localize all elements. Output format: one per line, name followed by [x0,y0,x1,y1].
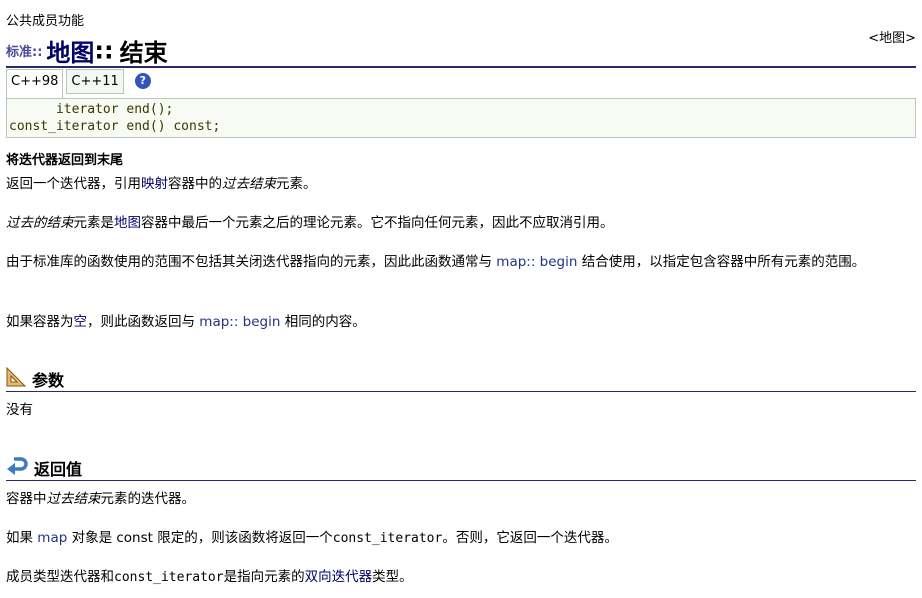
text: 元素的迭代器。 [100,491,196,507]
version-tabs: C++98 C++11 ? [6,69,151,101]
text: ，则此函数返回与 [87,314,200,330]
map-link[interactable]: map [37,530,67,546]
code-line: iterator end(); [9,102,174,117]
emphasis: 过去结束 [222,176,276,192]
paragraph-1: 返回一个迭代器，引用映射容器中的过去结束元素。 [6,174,912,194]
back-to-map-link[interactable]: <地图> [868,27,916,46]
parameters-heading-label: 参数 [32,371,65,390]
return-value-heading-label: 返回值 [34,460,83,479]
parameters-heading: 参数 [6,366,65,391]
code-prototype-box: iterator end(); const_iterator end() con… [6,98,916,138]
text: 容器中的 [168,176,222,192]
text: 如果容器为 [6,314,74,330]
text: 容器中 [6,491,47,507]
return-text-3: 成员类型迭代器和const_iterator是指向元素的双向迭代器类型。 [6,567,912,588]
emphasis: 过去的结束 [6,215,74,231]
text: 返回一个迭代器，引用 [6,176,141,192]
breadcrumb: 公共成员功能 [6,14,85,29]
parameters-text: 没有 [6,402,33,418]
code-const-iterator: const_iterator [114,570,224,585]
text: 容器中最后一个元素之后的理论元素。它不指向任何元素，因此不应取消引用。 [141,215,614,231]
text: 相同的内容。 [280,314,366,330]
text: 由于标准库的函数使用的范围不包括其关闭迭代器指向的元素，因此此函数通常与 [6,254,497,270]
empty-link[interactable]: 空 [74,314,88,330]
code-line: const_iterator end() const; [9,119,221,134]
return-text-1: 容器中过去结束元素的迭代器。 [6,489,912,509]
return-arrow-icon [6,456,28,480]
map-link[interactable]: 地图 [114,215,141,231]
section-divider [6,480,916,481]
bidirectional-iterator-link[interactable]: 双向迭代器 [305,569,373,585]
map-begin-link[interactable]: map:: begin [199,314,280,330]
title-separator: :: [94,36,114,65]
emphasis: 过去结束 [46,491,101,507]
set-square-icon [6,366,27,391]
title-namespace: 标准:: [6,45,43,60]
text: 成员类型迭代器和 [6,569,114,585]
text: 如果 [6,530,38,546]
text: 是指向元素的 [223,569,305,585]
map-link[interactable]: 映射 [141,176,168,192]
page-title: 标准:: 地图:: 结束 [6,33,168,68]
tab-cpp11[interactable]: C++11 [66,69,124,94]
paragraph-2: 过去的结束元素是地图容器中最后一个元素之后的理论元素。它不指向任何元素，因此不应… [6,213,912,233]
code-const-iterator: const_iterator [332,531,443,546]
return-text-2: 如果 map 对象是 const 限定的，则该函数将返回一个const_iter… [6,528,912,549]
help-icon[interactable]: ? [134,73,151,89]
paragraph-3: 由于标准库的函数使用的范围不包括其关闭迭代器指向的元素，因此此函数通常与 map… [6,252,912,272]
description-heading: 将迭代器返回到末尾 [6,153,124,168]
text: 结合使用，以指定包含容器中所有元素的范围。 [577,254,866,270]
title-divider [6,66,916,68]
tab-cpp98[interactable]: C++98 [6,69,64,101]
section-divider [6,391,916,392]
title-function: 结束 [119,39,168,67]
text: 对象是 const 限定的，则该函数将返回一个 [67,530,333,546]
text: 元素。 [276,176,317,192]
return-value-heading: 返回值 [6,456,82,480]
text: 。否则，它返回一个迭代器。 [442,530,618,546]
text: 元素是 [73,215,115,231]
paragraph-4: 如果容器为空，则此函数返回与 map:: begin 相同的内容。 [6,312,912,332]
text: 类型。 [372,569,413,585]
title-class-link[interactable]: 地图 [46,39,94,67]
map-begin-link[interactable]: map:: begin [496,254,577,270]
